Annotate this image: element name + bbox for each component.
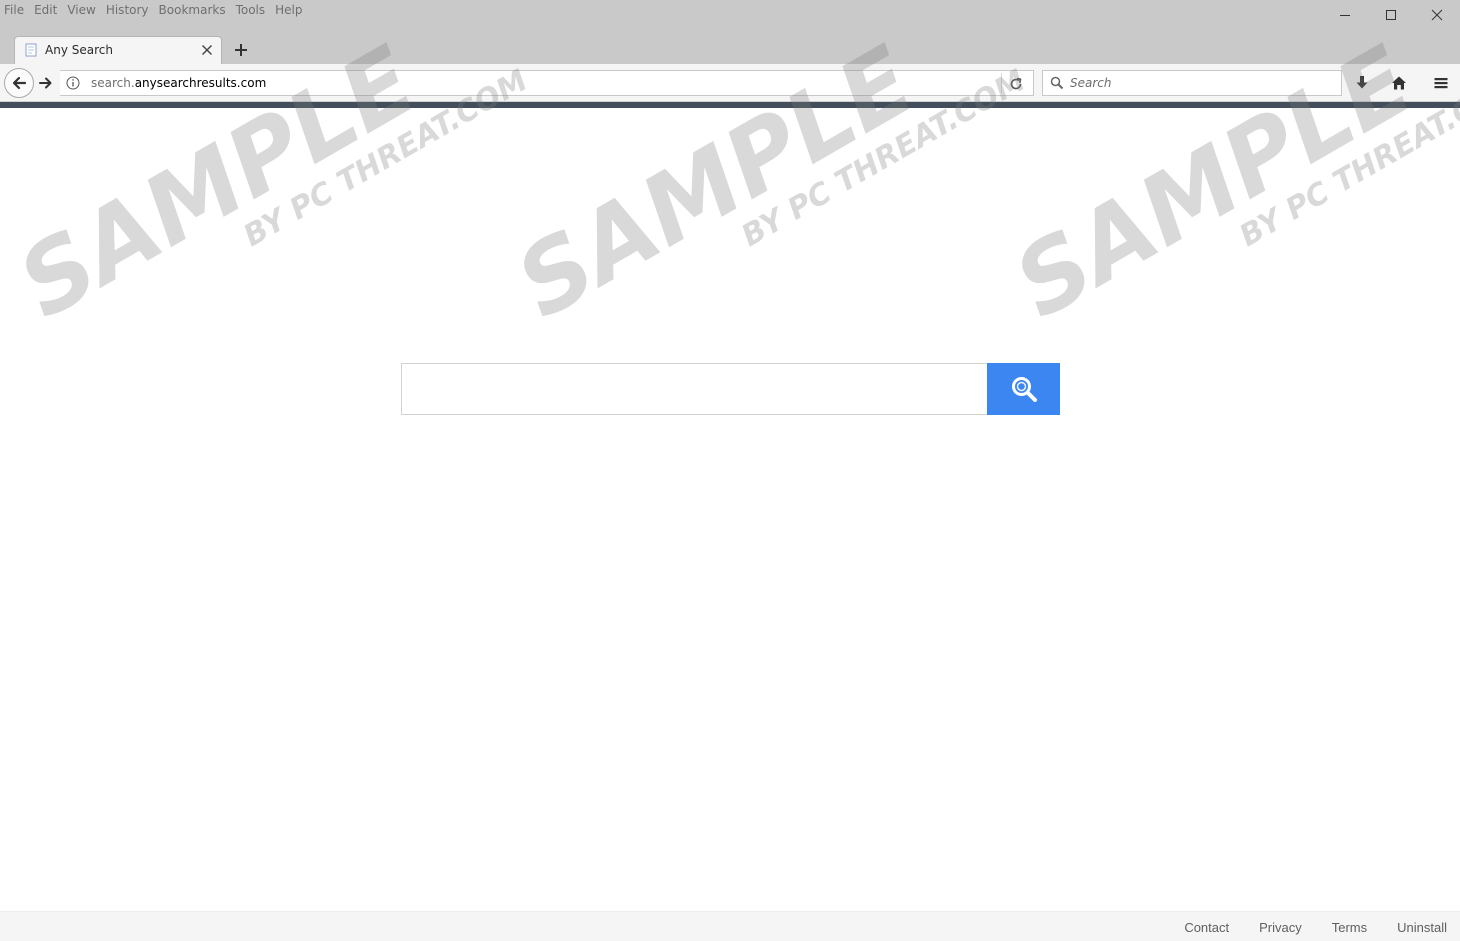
menu-bookmarks[interactable]: Bookmarks [159, 2, 231, 18]
page-footer: Contact Privacy Terms Uninstall [0, 911, 1460, 941]
url-subdomain: search. [91, 76, 135, 90]
url-domain: anysearchresults.com [134, 76, 267, 90]
downloads-button[interactable] [1352, 73, 1372, 93]
arrow-right-icon [39, 77, 52, 89]
browser-search-field[interactable]: Search [1042, 70, 1342, 96]
maximize-icon [1386, 10, 1396, 20]
site-info-icon[interactable] [66, 76, 80, 90]
menu-file[interactable]: File [4, 2, 29, 18]
url-text: search.anysearchresults.com [91, 76, 266, 90]
search-placeholder: Search [1070, 76, 1112, 90]
page-content [0, 108, 1460, 911]
home-button[interactable] [1389, 73, 1409, 93]
arrow-left-icon [12, 76, 27, 90]
close-window-button[interactable] [1414, 0, 1460, 30]
maximize-button[interactable] [1368, 0, 1414, 30]
forward-button[interactable] [34, 72, 58, 94]
address-bar-divider [1001, 73, 1002, 93]
menu-edit[interactable]: Edit [34, 2, 62, 18]
menu-view[interactable]: View [67, 2, 100, 18]
address-bar[interactable]: search.anysearchresults.com [60, 70, 1034, 96]
magnifier-search-icon [1011, 377, 1037, 402]
close-icon [1431, 9, 1443, 21]
minimize-icon [1340, 15, 1350, 16]
title-bar: File Edit View History Bookmarks Tools H… [0, 0, 1460, 30]
tab-any-search[interactable]: Any Search [14, 36, 222, 64]
page-favicon-icon [25, 43, 37, 57]
footer-link-contact[interactable]: Contact [1184, 920, 1229, 935]
menu-button[interactable] [1431, 73, 1451, 93]
main-search-input[interactable] [401, 363, 987, 415]
menu-help[interactable]: Help [275, 2, 307, 18]
back-button[interactable] [4, 68, 34, 98]
footer-link-privacy[interactable]: Privacy [1259, 920, 1302, 935]
tab-title: Any Search [45, 43, 113, 57]
home-icon [1392, 76, 1406, 90]
window-controls [1322, 0, 1460, 30]
footer-link-uninstall[interactable]: Uninstall [1397, 920, 1447, 935]
new-tab-icon[interactable] [232, 41, 250, 59]
footer-links: Contact Privacy Terms Uninstall [1154, 920, 1447, 935]
hamburger-menu-icon [1434, 78, 1448, 89]
footer-link-terms[interactable]: Terms [1332, 920, 1367, 935]
navigation-toolbar: search.anysearchresults.com Search [0, 64, 1460, 102]
menu-bar: File Edit View History Bookmarks Tools H… [4, 2, 313, 18]
close-tab-icon[interactable] [201, 44, 213, 56]
tab-strip: Any Search [0, 30, 1460, 64]
search-icon [1050, 76, 1064, 90]
reload-icon[interactable] [1008, 76, 1024, 92]
main-search-button[interactable] [987, 363, 1060, 415]
minimize-button[interactable] [1322, 0, 1368, 30]
download-icon [1356, 76, 1368, 89]
menu-tools[interactable]: Tools [236, 2, 271, 18]
menu-history[interactable]: History [106, 2, 154, 18]
